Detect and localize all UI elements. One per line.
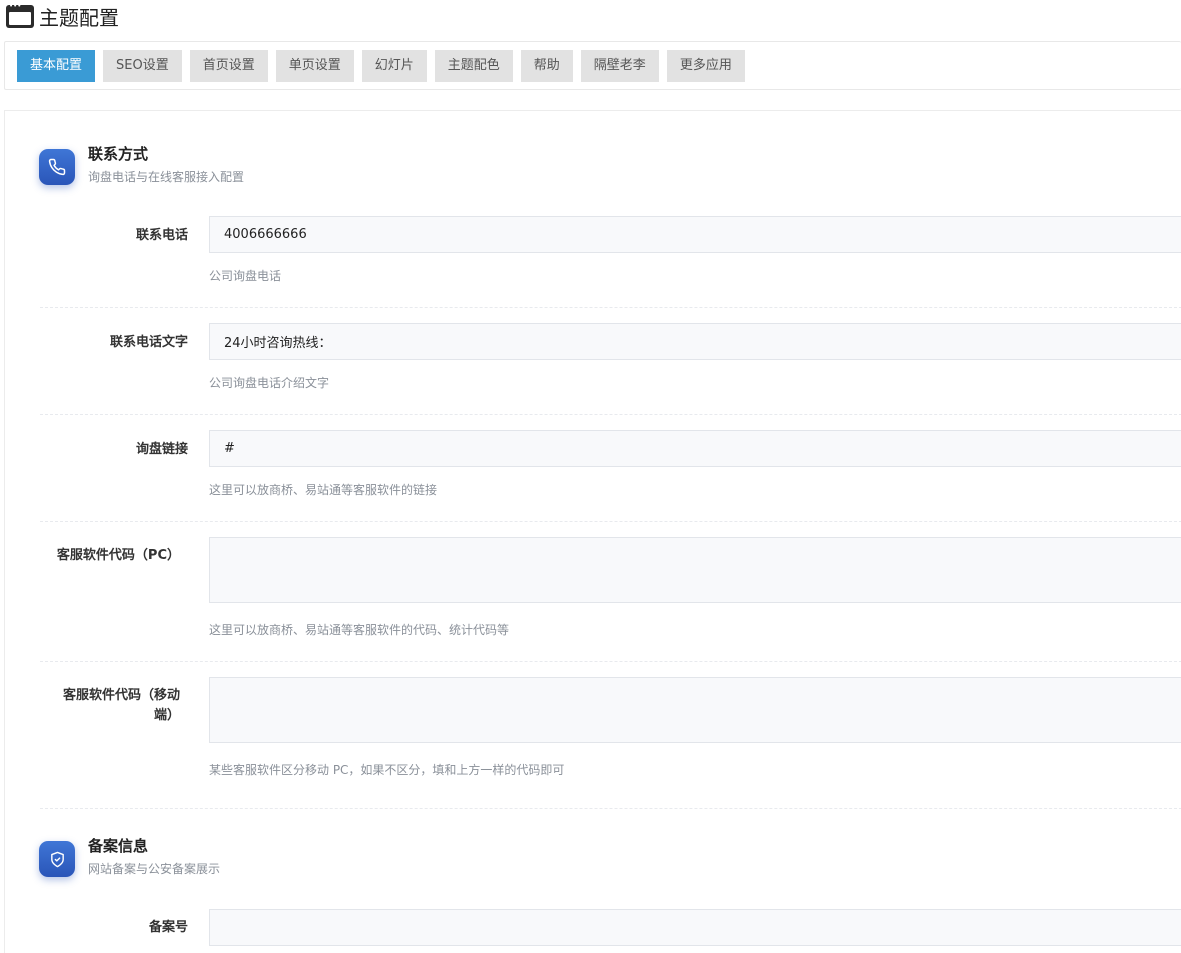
- phone-icon: [39, 149, 75, 185]
- tab-6[interactable]: 主题配色: [434, 50, 513, 82]
- tab-7[interactable]: 帮助: [520, 50, 573, 82]
- cs-code-mobile-label: 客服软件代码（移动 端）: [30, 686, 180, 726]
- page-title: 主题配置: [39, 5, 119, 30]
- phone-input[interactable]: [209, 216, 1181, 253]
- phone-text-label: 联系电话文字: [109, 335, 188, 350]
- section-description: 网站备案与公安备案展示: [88, 862, 221, 876]
- phone-text-hint: 公司询盘电话介绍文字: [209, 376, 330, 390]
- tab-bar: 基本配置 SEO设置 首页设置 单页设置 幻灯片 主题配色 帮助 隔壁老李 更多应用: [4, 41, 1181, 90]
- tab-8[interactable]: 隔壁老李: [580, 50, 659, 82]
- cs-code-pc-label: 客服软件代码（PC）: [56, 548, 180, 563]
- cs-code-mobile-label-line2: 端）: [153, 708, 180, 723]
- divider: [40, 521, 1181, 522]
- settings-card: 联系方式 询盘电话与在线客服接入配置 联系电话 公司询盘电话 联系电话文字 公司…: [4, 110, 1181, 953]
- tab-3[interactable]: 首页设置: [189, 50, 268, 82]
- phone-text-input[interactable]: [209, 323, 1181, 360]
- section-record-header: 备案信息 网站备案与公安备案展示: [39, 835, 220, 877]
- phone-hint: 公司询盘电话: [209, 269, 282, 283]
- divider: [40, 307, 1181, 308]
- tab-1[interactable]: 基本配置: [17, 50, 96, 82]
- cs-code-mobile-textarea[interactable]: [209, 677, 1181, 743]
- inquiry-link-input[interactable]: [209, 430, 1181, 467]
- inquiry-link-hint: 这里可以放商桥、易站通等客服软件的链接: [209, 483, 438, 497]
- cs-code-pc-hint: 这里可以放商桥、易站通等客服软件的代码、统计代码等: [209, 623, 510, 637]
- section-description: 询盘电话与在线客服接入配置: [88, 170, 245, 184]
- tab-9[interactable]: 更多应用: [666, 50, 745, 82]
- section-contact-header: 联系方式 询盘电话与在线客服接入配置: [39, 143, 244, 185]
- tab-4[interactable]: 单页设置: [275, 50, 354, 82]
- cs-code-mobile-label-line1: 客服软件代码（移动: [62, 688, 180, 703]
- browser-window-icon: [6, 2, 34, 28]
- cs-code-mobile-hint: 某些客服软件区分移动 PC，如果不区分，填和上方一样的代码即可: [209, 763, 565, 777]
- tab-2[interactable]: SEO设置: [103, 50, 182, 82]
- section-title: 联系方式: [88, 145, 149, 163]
- record-number-label: 备案号: [148, 920, 188, 935]
- divider: [40, 414, 1181, 415]
- record-number-input[interactable]: [209, 909, 1181, 946]
- cs-code-pc-textarea[interactable]: [209, 537, 1181, 603]
- page-header: 主题配置: [6, 0, 119, 32]
- divider: [40, 661, 1181, 662]
- phone-label: 联系电话: [135, 228, 188, 243]
- inquiry-link-label: 询盘链接: [135, 442, 188, 457]
- tab-list: 基本配置 SEO设置 首页设置 单页设置 幻灯片 主题配色 帮助 隔壁老李 更多应用: [17, 50, 753, 82]
- tab-5[interactable]: 幻灯片: [361, 50, 427, 82]
- shield-check-icon: [39, 841, 75, 877]
- section-title: 备案信息: [88, 837, 149, 855]
- divider: [40, 808, 1181, 809]
